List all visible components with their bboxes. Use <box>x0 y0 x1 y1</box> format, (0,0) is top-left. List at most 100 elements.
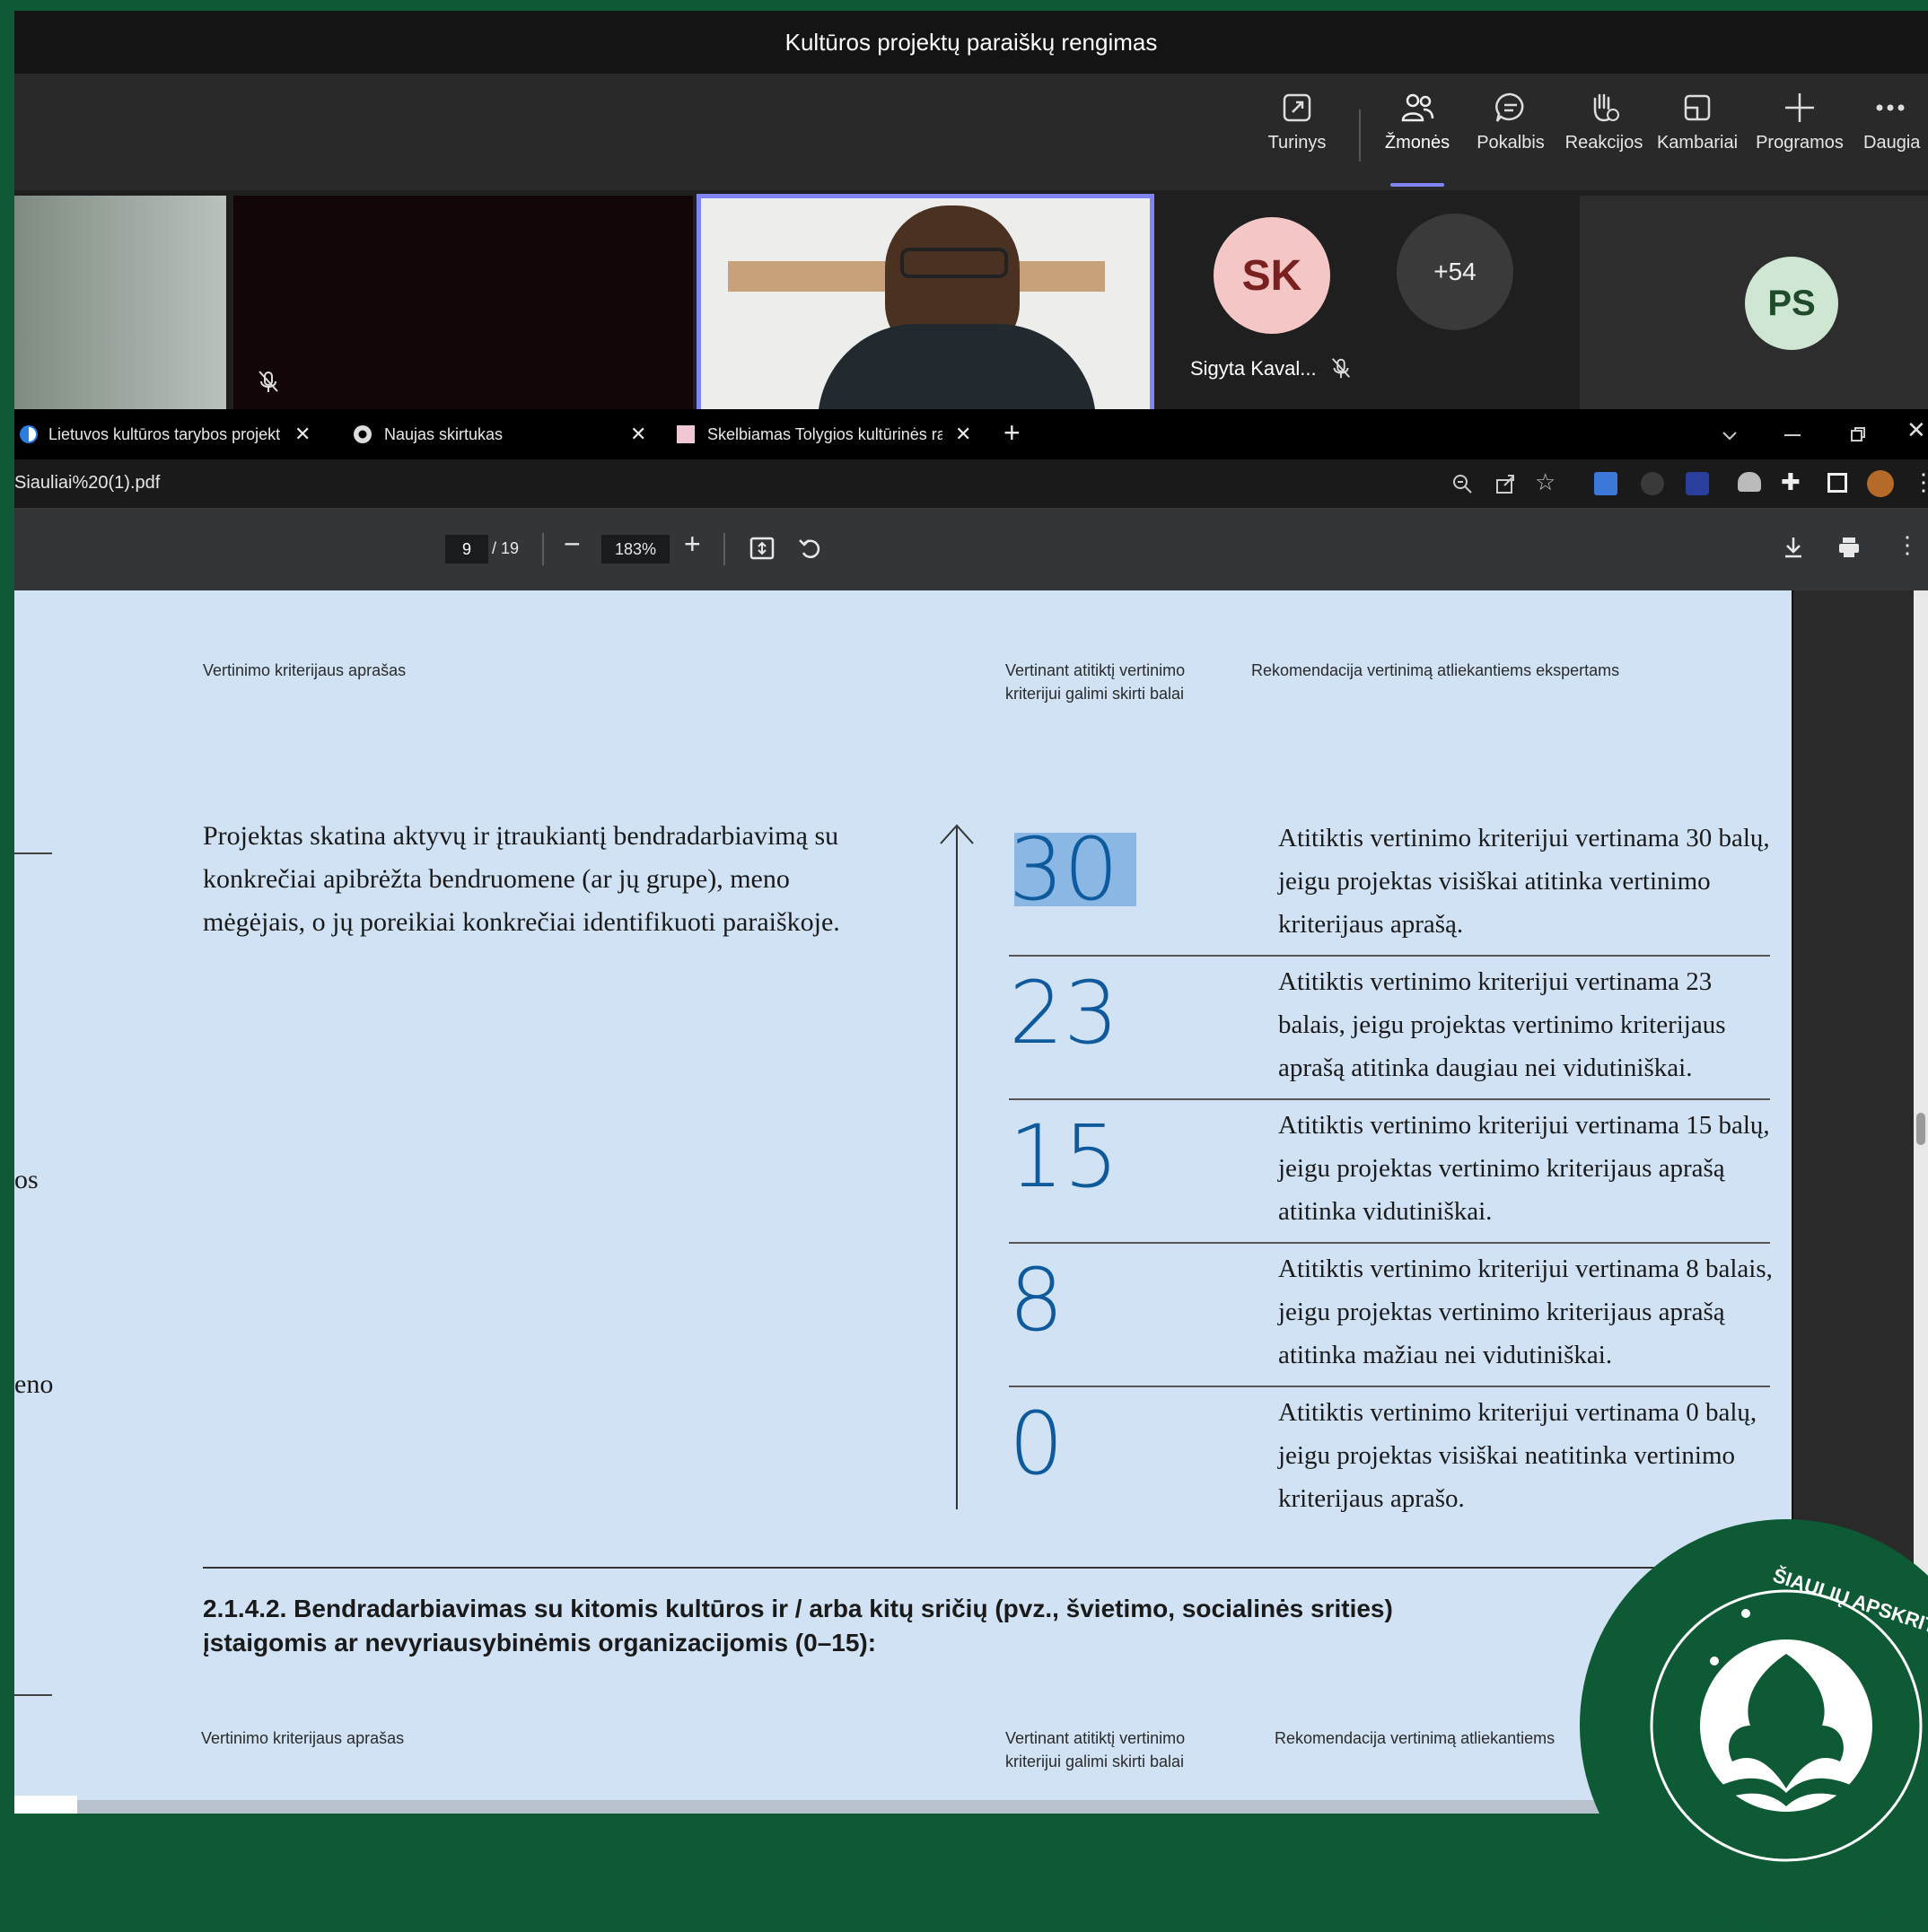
toolbar-divider <box>723 533 725 565</box>
column-header: Rekomendacija vertinimą atliekantiems <box>1275 1729 1556 1747</box>
share-content-icon <box>1283 93 1311 122</box>
close-icon[interactable]: ✕ <box>955 423 971 446</box>
chevron-down-icon[interactable] <box>1720 425 1740 445</box>
close-icon[interactable]: ✕ <box>630 423 646 446</box>
library-seal-icon <box>1650 1589 1923 1862</box>
raise-hand-icon <box>1593 93 1619 122</box>
score-recommendation: Atitiktis vertinimo kriterijui vertinama… <box>1278 1254 1773 1369</box>
browser-tab[interactable]: Skelbiamas Tolygios kultūrinės ra ✕ <box>662 409 982 459</box>
restore-icon[interactable] <box>1849 425 1867 443</box>
toolbar-reakcijos[interactable]: Reakcijos <box>1555 90 1653 153</box>
score-value: 30 <box>1009 819 1119 920</box>
profile-avatar[interactable] <box>1867 470 1894 497</box>
address-text: Siauliai%20(1).pdf <box>14 473 161 493</box>
browser-tab[interactable]: Lietuvos kultūros tarybos projekt ✕ <box>14 409 325 459</box>
zoom-level[interactable]: 183% <box>601 535 670 564</box>
score-divider <box>1009 1098 1770 1100</box>
download-icon[interactable] <box>1781 535 1806 560</box>
toolbar-divider <box>542 533 544 565</box>
zoom-out-button[interactable]: − <box>564 528 581 561</box>
horizontal-scrollbar[interactable] <box>77 1800 1792 1814</box>
column-header: Vertinimo kriterijaus aprašas <box>201 1729 405 1747</box>
share-icon[interactable] <box>1494 472 1517 495</box>
extension-icon[interactable] <box>1686 472 1709 495</box>
toolbar-label: Programos <box>1756 133 1844 153</box>
video-tile[interactable] <box>14 196 226 415</box>
toolbar-kambariai[interactable]: Kambariai <box>1648 90 1747 153</box>
bookmark-star-icon[interactable]: ☆ <box>1535 468 1556 496</box>
page-total: / 19 <box>492 539 520 557</box>
meeting-toolbar: Turinys Žmonės Pokalbis Reakcijos Kambar… <box>14 74 1928 190</box>
toolbar-separator <box>1359 109 1361 162</box>
section-heading: 2.1.4.2. Bendradarbiavimas su kitomis ku… <box>203 1595 1393 1657</box>
chat-icon <box>1495 92 1524 122</box>
new-tab-button[interactable]: + <box>1003 416 1021 450</box>
participant-name: Sigyta Kaval... <box>1190 357 1317 380</box>
browser-tab-strip: Lietuvos kultūros tarybos projekt ✕ Nauj… <box>14 409 1928 459</box>
scrollbar-corner <box>14 1796 77 1814</box>
mic-muted-icon <box>1331 358 1351 379</box>
meeting-title: Kultūros projektų paraiškų rengimas <box>14 11 1928 74</box>
rotate-icon[interactable] <box>797 535 824 562</box>
criterion-description: Projektas skatina aktyvų ir įtraukiantį … <box>203 821 840 937</box>
arrow-up-icon <box>940 824 974 1509</box>
column-header: Vertinimo kriterijaus aprašas <box>203 661 407 679</box>
page-number-input[interactable]: 9 <box>445 535 488 564</box>
score-divider <box>1009 1242 1770 1244</box>
column-header: Vertinant atitiktį vertinimo kriterijui … <box>1005 1729 1186 1770</box>
plus-icon <box>1785 93 1814 122</box>
translate-extension-icon[interactable] <box>1594 472 1617 495</box>
close-icon[interactable]: ✕ <box>294 423 311 446</box>
participant-tile[interactable]: PS <box>1580 196 1928 415</box>
section-divider <box>203 1567 1792 1569</box>
score-value: 23 <box>1009 963 1119 1063</box>
toolbar-turinys[interactable]: Turinys <box>1248 90 1346 153</box>
site-favicon-icon <box>677 425 695 443</box>
zoom-in-button[interactable]: + <box>684 528 701 561</box>
fit-page-icon[interactable] <box>749 535 776 562</box>
score-divider <box>1009 1386 1770 1387</box>
library-logo: ŠIAULIŲ APSKRITIES POVILO VIŠINSKIO VIEŠ… <box>1580 1519 1928 1932</box>
video-gallery: SK Sigyta Kaval... +54 PS <box>14 190 1928 423</box>
close-window-icon[interactable]: ✕ <box>1906 416 1926 444</box>
score-divider <box>1009 955 1770 957</box>
side-panel-icon[interactable] <box>1827 473 1847 493</box>
more-participants-button[interactable]: +54 <box>1397 214 1513 330</box>
toolbar-label: Turinys <box>1267 133 1327 153</box>
toolbar-label: Daugia <box>1863 133 1921 153</box>
avatar[interactable]: SK <box>1214 217 1330 334</box>
toolbar-programos[interactable]: Programos <box>1750 90 1849 153</box>
address-bar[interactable]: Siauliai%20(1).pdf ☆ ✚ ⋮ <box>14 459 1928 508</box>
person-shoulders <box>818 324 1096 423</box>
tab-title: Skelbiamas Tolygios kultūrinės ra <box>707 424 942 443</box>
avatar: PS <box>1745 257 1838 350</box>
toolbar-zmones[interactable]: Žmonės <box>1368 90 1467 187</box>
video-tile[interactable] <box>233 196 693 415</box>
toolbar-label: Reakcijos <box>1564 133 1643 153</box>
score-recommendation: Atitiktis vertinimo kriterijui vertinama… <box>1278 967 1726 1082</box>
toolbar-daugiau[interactable]: Daugia <box>1863 90 1928 153</box>
site-favicon-icon <box>20 425 38 443</box>
extension-icon[interactable] <box>1738 472 1761 492</box>
extension-icon[interactable] <box>1641 472 1664 495</box>
glasses <box>900 248 1008 278</box>
minimize-icon[interactable] <box>1784 434 1801 436</box>
column-header: Rekomendacija vertinimą atliekantiems ek… <box>1251 661 1620 679</box>
browser-tab[interactable]: Naujas skirtukas ✕ <box>336 409 657 459</box>
mic-muted-icon <box>259 371 278 392</box>
scrollbar-thumb[interactable] <box>1916 1113 1925 1145</box>
print-icon[interactable] <box>1836 535 1862 560</box>
active-speaker-video[interactable] <box>697 194 1154 423</box>
pdf-toolbar: 9 / 19 − 183% + ⋮ <box>14 508 1928 590</box>
more-icon <box>1876 104 1905 111</box>
zoom-icon[interactable] <box>1450 472 1474 495</box>
toolbar-pokalbis[interactable]: Pokalbis <box>1461 90 1560 153</box>
extensions-puzzle-icon[interactable]: ✚ <box>1781 468 1801 496</box>
kebab-menu-icon[interactable]: ⋮ <box>1912 468 1928 496</box>
people-icon <box>1401 93 1434 122</box>
score-recommendation: Atitiktis vertinimo kriterijui vertinama… <box>1278 1398 1757 1513</box>
left-rule <box>14 1694 52 1696</box>
score-value: 8 <box>1009 1250 1065 1351</box>
toolbar-label: Pokalbis <box>1477 133 1545 153</box>
kebab-menu-icon[interactable]: ⋮ <box>1896 531 1919 559</box>
